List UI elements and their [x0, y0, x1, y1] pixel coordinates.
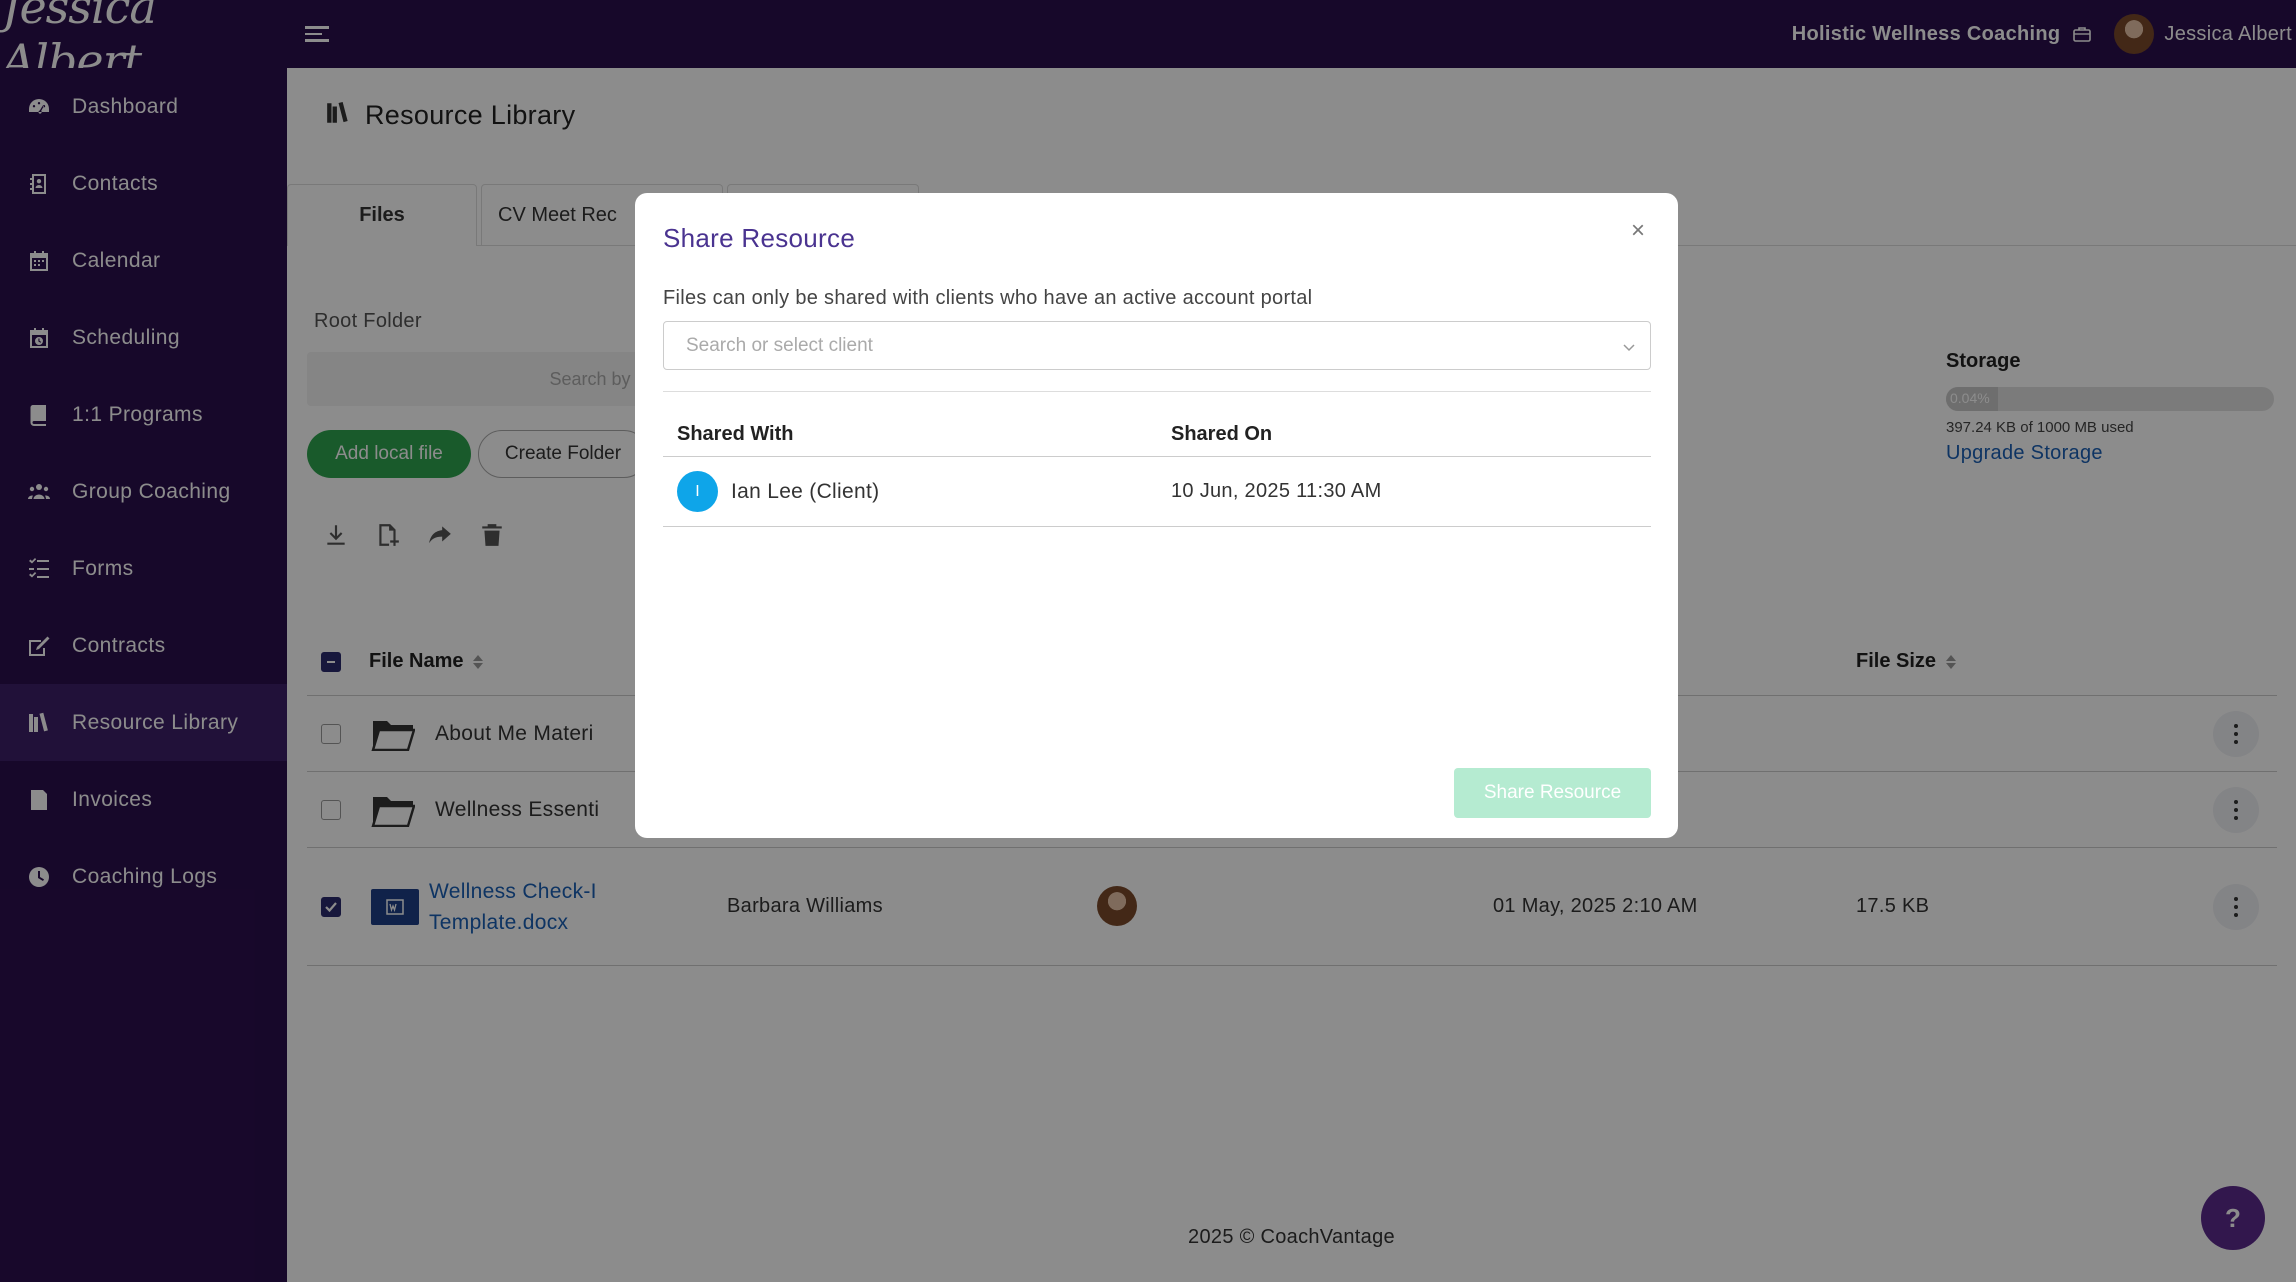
share-table-header: Shared With Shared On — [663, 409, 1651, 457]
shared-date: 10 Jun, 2025 11:30 AM — [1171, 480, 1382, 502]
share-resource-modal: Share Resource × Files can only be share… — [635, 193, 1678, 838]
modal-info-text: Files can only be shared with clients wh… — [663, 287, 1313, 309]
shared-on-header: Shared On — [1171, 423, 1273, 445]
close-icon[interactable]: × — [1626, 217, 1650, 244]
share-resource-button[interactable]: Share Resource — [1454, 768, 1651, 818]
client-avatar: I — [677, 471, 718, 512]
shared-with-header: Shared With — [677, 423, 794, 445]
client-select[interactable]: Search or select client — [663, 321, 1651, 370]
modal-divider — [663, 391, 1651, 392]
chevron-down-icon — [1622, 338, 1636, 352]
client-name: Ian Lee (Client) — [731, 480, 880, 503]
client-select-placeholder: Search or select client — [686, 334, 873, 356]
modal-title: Share Resource — [663, 223, 856, 253]
share-row: I Ian Lee (Client) 10 Jun, 2025 11:30 AM — [663, 457, 1651, 527]
